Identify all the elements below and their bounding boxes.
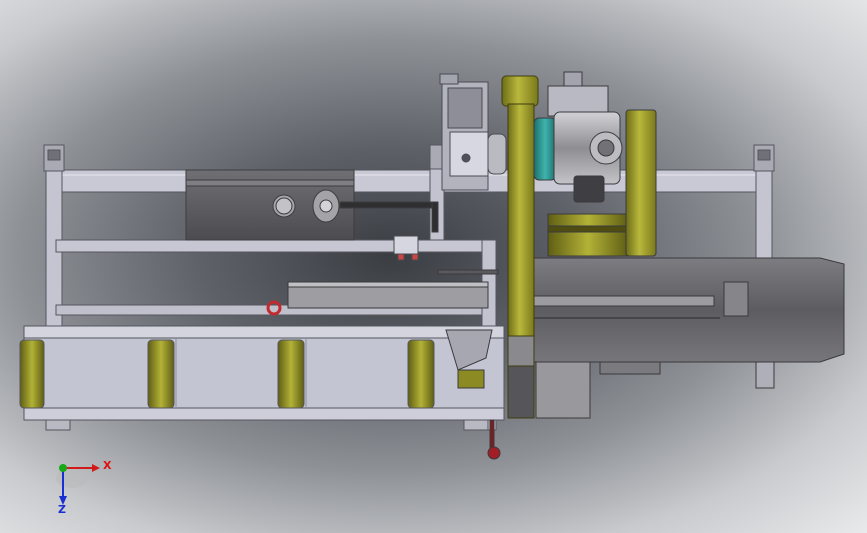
lever-rod: [489, 419, 495, 451]
roller-1: [19, 339, 45, 409]
conveyor-foot-left: [45, 419, 71, 431]
vertical-column: [501, 75, 539, 419]
roller-4: [407, 339, 435, 409]
roller-3: [277, 339, 305, 409]
motor-assembly: [533, 71, 657, 257]
triad-z-label: Z: [58, 503, 66, 516]
triad-y-dot: [59, 464, 67, 472]
motor-side-plate: [625, 109, 657, 257]
frame-top-rail: [45, 169, 773, 193]
valve-block: [439, 73, 507, 191]
lever-knob[interactable]: [487, 446, 501, 460]
slide-rail: [266, 269, 499, 316]
tube-body: [533, 257, 845, 363]
guide-rod: [437, 269, 499, 275]
valve-pulley: [487, 133, 507, 175]
tube-inner-slot: [533, 295, 715, 307]
conveyor-foot-right: [463, 419, 489, 431]
bracket-on-mid-rail: [393, 235, 419, 255]
roller-conveyor: [19, 325, 505, 431]
motor-terminal-box: [573, 175, 605, 203]
tube-foot-clamp: [755, 361, 775, 389]
triad-x-label: X: [103, 459, 112, 472]
hydraulic-line: [339, 201, 437, 209]
roller-2: [147, 339, 175, 409]
small-bracket: [393, 235, 419, 261]
frame-mid-rail: [55, 239, 497, 253]
cad-viewport[interactable]: X Z: [0, 0, 867, 533]
tube-stop-plate: [723, 281, 749, 317]
column-body: [507, 103, 535, 337]
conveyor-top-rail: [23, 325, 505, 339]
motor-bracket-olive: [547, 213, 629, 257]
column-cap: [501, 75, 539, 107]
valve-body: [449, 131, 489, 177]
axis-triad: [56, 464, 100, 505]
tube-base-block: [535, 361, 591, 419]
conveyor-bottom-rail: [23, 407, 505, 421]
triad-x-arrowhead: [92, 464, 100, 472]
motor-flange-teal: [533, 117, 557, 181]
machine-assembly-drawing: [19, 71, 845, 505]
frame-right-post: [755, 169, 773, 261]
output-tube: [533, 257, 845, 419]
hopper-gauge: [457, 369, 485, 389]
